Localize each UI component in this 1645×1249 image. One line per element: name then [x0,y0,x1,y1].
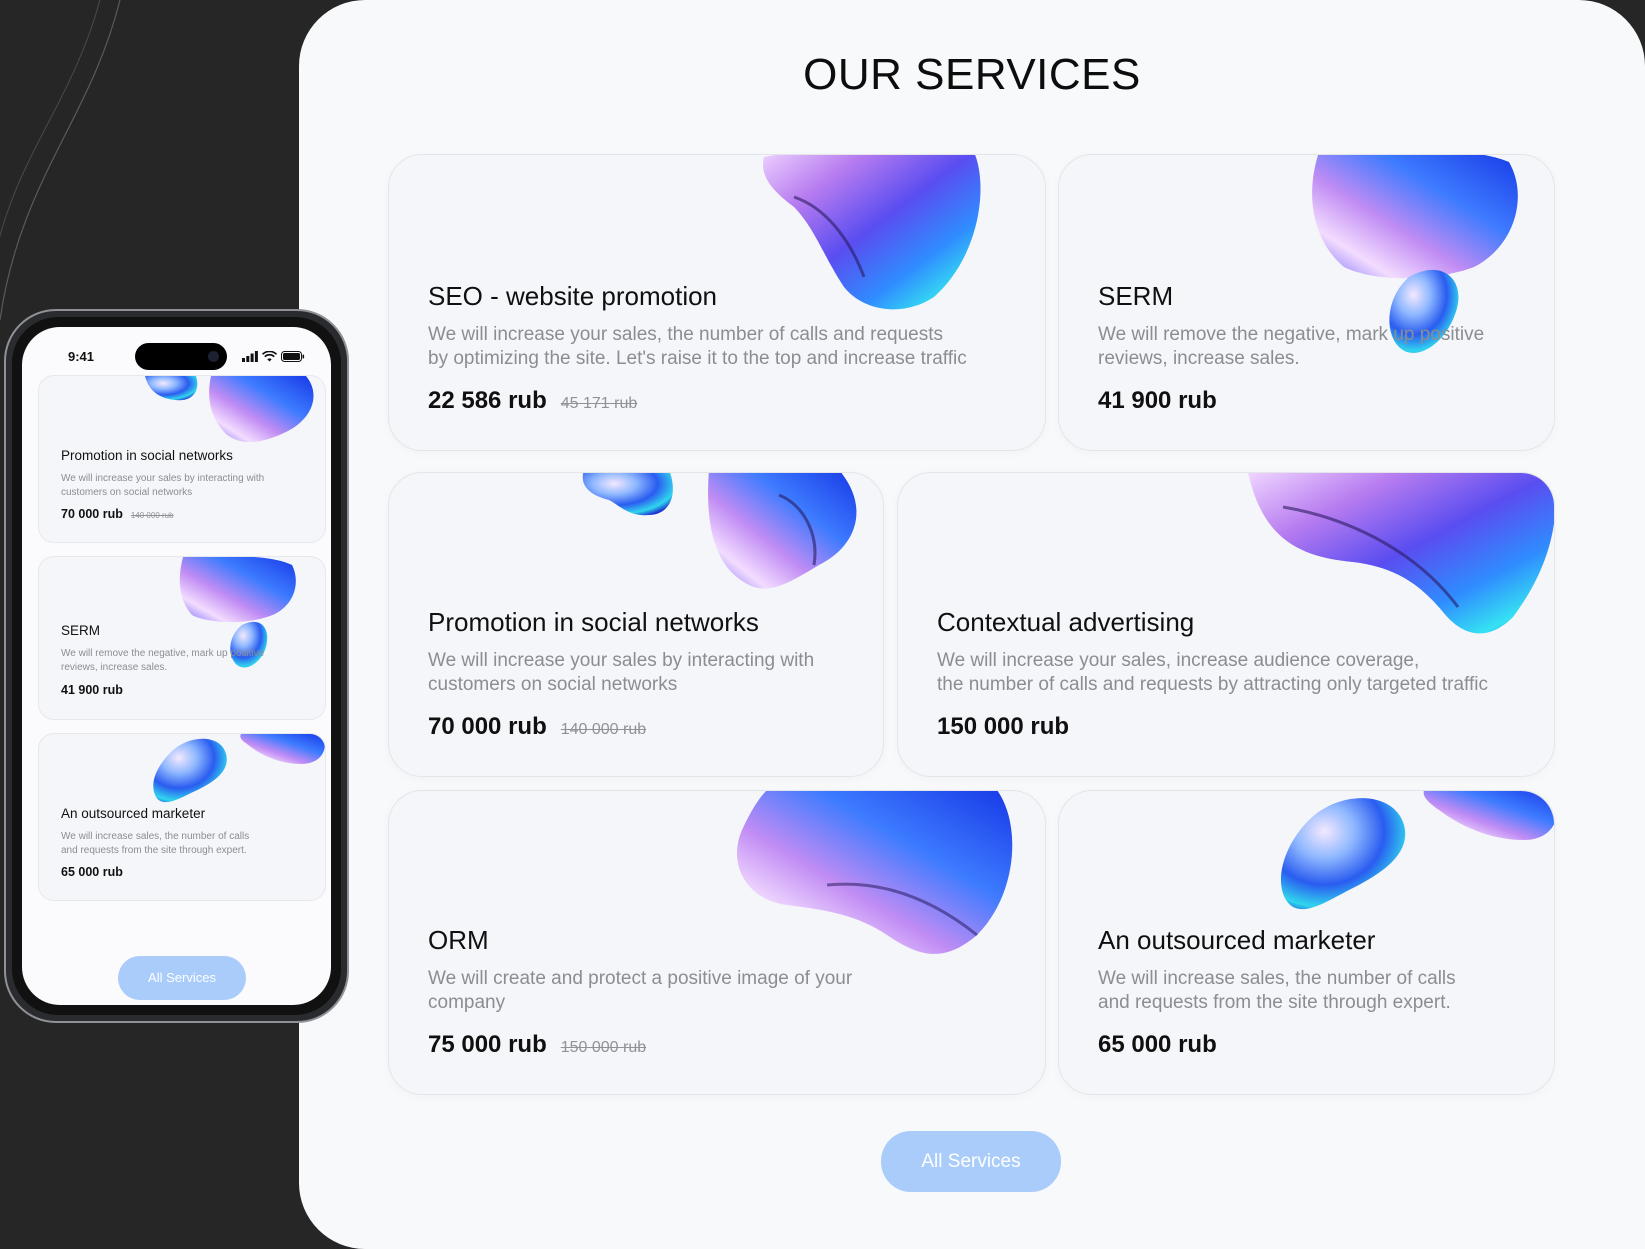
old-price: 45 171 rub [560,395,638,412]
price-row: 22 586 rub 45 171 rub [428,387,637,415]
phone-bezel: 9:41 Promotion in social networks We wil… [12,317,341,1015]
price-row: 75 000 rub 150 000 rub [428,1031,646,1059]
service-description: We will increase your sales by interacti… [428,650,815,695]
gradient-blob-image [763,155,981,310]
old-price: 150 000 rub [560,1039,647,1056]
gradient-blob-image [153,734,325,803]
status-time: 9:41 [68,349,95,364]
service-description: We will increase your sales, increase au… [937,650,1488,695]
mobile-price-row: 65 000 rub [61,865,123,879]
price: 65 000 rub [1098,1031,1217,1058]
price-row: 70 000 rub 140 000 rub [428,713,646,741]
mobile-card-title: SERM [61,623,101,638]
mobile-card-outsourced-marketer[interactable]: An outsourced marketer We will increase … [38,733,326,901]
service-card-contextual-advertising[interactable]: Contextual advertising We will increase … [897,472,1555,777]
mobile-price-row: 70 000 rub 140 000 rub [61,507,174,521]
price-row: 41 900 rub [1098,387,1217,415]
service-description: We will create and protect a positive im… [428,968,853,1013]
price: 41 900 rub [1098,387,1217,414]
mobile-card-serm[interactable]: SERM We will remove the negative, mark u… [38,556,326,720]
service-title: SERM [1098,281,1174,311]
battery-icon [281,351,305,362]
service-title: ORM [428,925,489,955]
gradient-blob-image [1280,791,1554,910]
gradient-blob-image [737,791,1013,954]
service-description: We will increase sales, the number of ca… [1098,968,1456,1013]
service-title: Promotion in social networks [428,607,759,637]
price: 41 900 rub [61,683,123,697]
service-card-orm[interactable]: ORM We will create and protect a positiv… [388,790,1046,1095]
service-card-social-networks[interactable]: Promotion in social networks We will inc… [388,472,884,777]
gradient-blob-image [145,376,314,443]
price-row: 150 000 rub [937,713,1069,741]
desktop-services-panel: OUR SERVICES SEO - website promotion We … [299,0,1645,1249]
price: 150 000 rub [937,713,1070,740]
service-title: Contextual advertising [937,607,1195,637]
price: 75 000 rub [428,1031,547,1058]
phone-mockup: 9:41 Promotion in social networks We wil… [4,309,349,1023]
signal-icon [242,351,258,362]
service-title: An outsourced marketer [1098,925,1376,955]
service-description: We will remove the negative, mark up pos… [1098,324,1485,369]
service-card-serm[interactable]: SERM We will remove the negative, mark u… [1058,154,1555,451]
mobile-card-title: Promotion in social networks [61,448,233,463]
mobile-card-title: An outsourced marketer [61,806,206,821]
page-title: OUR SERVICES [803,50,1141,99]
service-description: We will increase your sales, the number … [428,324,967,369]
status-icons [242,351,305,362]
service-title: SEO - website promotion [428,281,718,311]
price-row: 65 000 rub [1098,1031,1217,1059]
mobile-all-services-button[interactable]: All Services [118,956,246,1000]
phone-screen: 9:41 Promotion in social networks We wil… [22,327,331,1005]
price: 22 586 rub [428,387,547,414]
mobile-price-row: 41 900 rub [61,683,123,697]
price: 70 000 rub [428,713,547,740]
gradient-blob-image [582,473,857,589]
price: 70 000 rub [61,507,123,521]
service-card-seo[interactable]: SEO - website promotion We will increase… [388,154,1046,451]
all-services-button[interactable]: All Services [881,1131,1061,1192]
service-card-outsourced-marketer[interactable]: An outsourced marketer We will increase … [1058,790,1555,1095]
mobile-card-description: We will increase sales, the number of ca… [61,831,250,856]
dynamic-island [135,343,227,370]
price: 65 000 rub [61,865,123,879]
mobile-card-social-networks[interactable]: Promotion in social networks We will inc… [38,375,326,543]
mobile-card-description: We will remove the negative, mark up pos… [61,648,265,673]
old-price: 140 000 rub [130,511,174,520]
wifi-icon [262,351,277,362]
mobile-card-description: We will increase your sales by interacti… [61,473,265,498]
gradient-blob-image [1248,473,1554,634]
old-price: 140 000 rub [560,721,647,738]
